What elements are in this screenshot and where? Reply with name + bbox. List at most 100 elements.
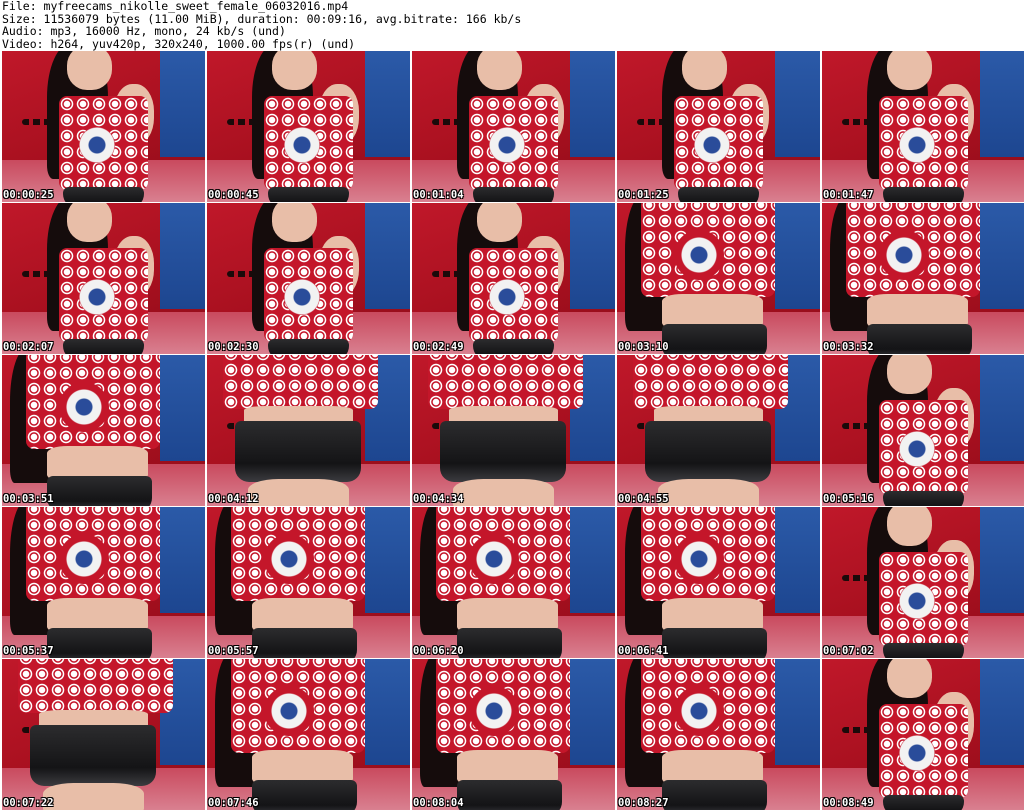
black-shorts [645,421,772,482]
polka-dot-top [18,659,173,714]
thumbnail-image [617,355,820,506]
thumbnail-image [2,507,205,658]
video-thumbnail: 00:01:25 [617,51,820,202]
thumbnail-image [617,203,820,354]
video-thumbnail: 00:01:04 [412,51,615,202]
black-shorts [267,186,350,202]
video-thumbnail: 00:02:07 [2,203,205,354]
thumbnail-image [617,507,820,658]
video-thumbnail: 00:00:45 [207,51,410,202]
polka-dot-top [633,355,788,410]
face [271,51,317,91]
blue-wall [160,507,205,613]
thumbnail-timestamp: 00:05:57 [208,645,259,657]
star-logo [673,534,724,585]
thumbnail-timestamp: 00:03:10 [618,341,669,353]
face [886,659,932,699]
face [476,203,522,243]
blue-wall [570,203,615,309]
black-shorts [677,186,760,202]
blue-wall [570,507,615,613]
star-logo [263,686,314,737]
black-shorts [456,627,563,658]
thumbnail-image [412,355,615,506]
blue-wall [160,51,205,157]
black-shorts [472,338,555,354]
thumbnail-timestamp: 00:04:12 [208,493,259,505]
thumbnail-timestamp: 00:07:22 [3,797,54,809]
thumbnail-image [822,659,1024,810]
star-logo [899,582,936,619]
black-shorts [456,779,563,810]
video-thumbnail: 00:04:12 [207,355,410,506]
legs [657,478,760,506]
legs [42,782,145,810]
file-name-line: File: myfreecams_nikolle_sweet_female_06… [2,0,349,13]
video-thumbnail: 00:07:02 [822,507,1024,658]
audio-info-line: Audio: mp3, 16000 Hz, mono, 24 kb/s (und… [2,24,286,38]
thumbnail-timestamp: 00:00:45 [208,189,259,201]
thumbnail-image [412,659,615,810]
thumbnail-image [822,51,1024,202]
thumbnail-image [822,203,1024,354]
video-thumbnail: 00:07:22 [2,659,205,810]
video-thumbnail: 00:07:46 [207,659,410,810]
black-shorts [472,186,555,202]
blue-wall [365,203,410,309]
thumbnail-image [412,203,615,354]
star-logo [284,278,321,315]
blue-wall [775,507,820,613]
black-shorts [440,421,567,482]
black-shorts [661,323,768,354]
blue-wall [570,51,615,157]
thumbnail-image [207,507,410,658]
blue-wall [775,659,820,765]
star-logo [284,126,321,163]
face [66,203,112,243]
thumbnail-timestamp: 00:04:34 [413,493,464,505]
video-thumbnail: 00:03:51 [2,355,205,506]
video-thumbnail: 00:05:57 [207,507,410,658]
black-shorts [30,725,157,786]
star-logo [899,430,936,467]
blue-wall [980,355,1024,461]
video-thumbnail: 00:08:49 [822,659,1024,810]
star-logo [79,126,116,163]
legs [247,478,350,506]
thumbnail-image [207,355,410,506]
thumbnail-image [412,51,615,202]
video-thumbnail: 00:08:27 [617,659,820,810]
thumbnail-timestamp: 00:03:51 [3,493,54,505]
black-shorts [62,186,145,202]
star-logo [79,278,116,315]
star-logo [468,534,519,585]
thumbnail-image [2,51,205,202]
thumbnail-timestamp: 00:01:25 [618,189,669,201]
blue-wall [980,659,1024,765]
face [886,355,932,395]
blue-wall [775,203,820,309]
thumbnail-timestamp: 00:05:37 [3,645,54,657]
black-shorts [882,490,965,506]
black-shorts [46,475,153,506]
thumbnail-timestamp: 00:04:55 [618,493,669,505]
thumbnail-image [207,51,410,202]
face [271,203,317,243]
thumbnail-image [2,659,205,810]
thumbnail-image [822,507,1024,658]
thumbnail-image [617,51,820,202]
blue-wall [775,51,820,157]
star-logo [58,382,109,433]
star-logo [899,734,936,771]
star-logo [489,278,526,315]
polka-dot-top [223,355,378,410]
blue-wall [365,659,410,765]
video-thumbnail: 00:05:16 [822,355,1024,506]
black-shorts [882,186,965,202]
video-thumbnail: 00:01:47 [822,51,1024,202]
star-logo [673,686,724,737]
thumbnail-image [207,659,410,810]
star-logo [468,686,519,737]
video-thumbnail: 00:04:34 [412,355,615,506]
star-logo [878,230,929,281]
